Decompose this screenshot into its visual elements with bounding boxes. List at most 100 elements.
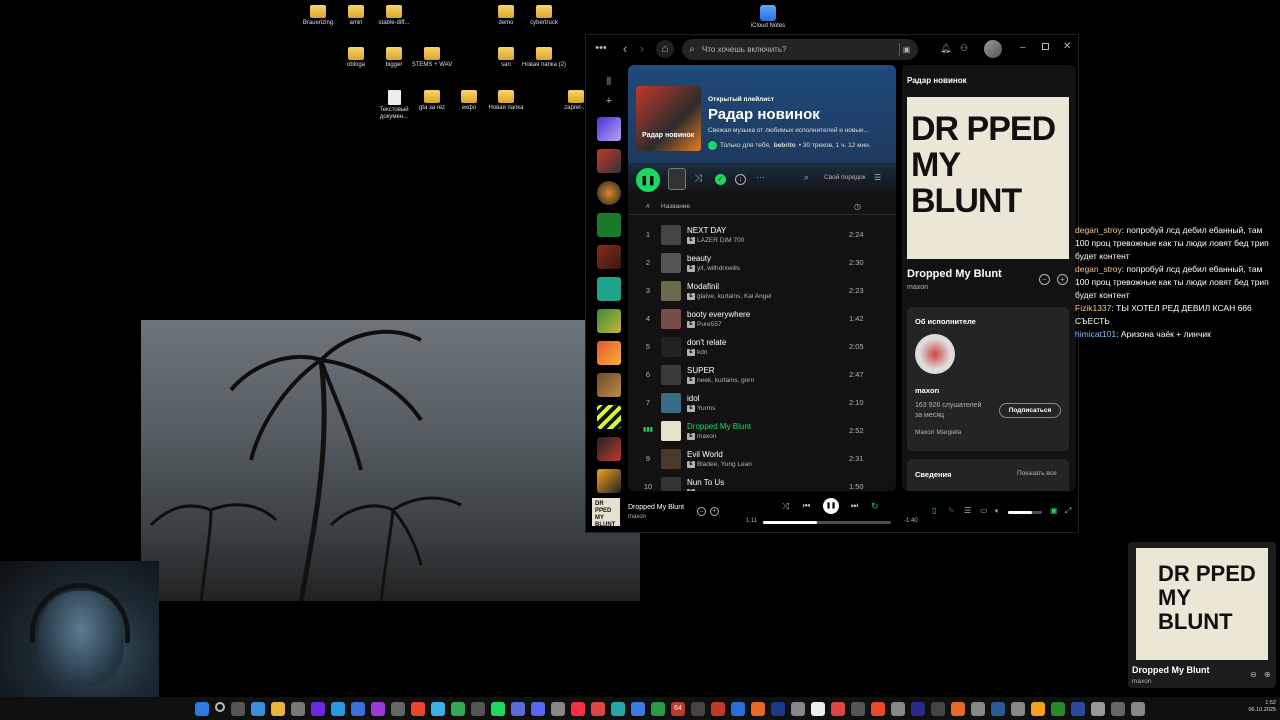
track-row[interactable]: 3 Modafinil Eglaive, kurtains, Kai Angel 2:… <box>628 277 896 305</box>
taskbar-app-icon[interactable] <box>331 701 345 716</box>
fullscreen-icon[interactable]: ⤢ <box>1065 506 1071 516</box>
more-options-icon[interactable]: ··· <box>756 172 765 182</box>
mini-player-title[interactable]: Dropped My Blunt <box>1132 665 1210 675</box>
desktop-icon[interactable]: STEMS + WAV <box>410 47 454 69</box>
track-artists[interactable]: E Yurms <box>687 405 715 412</box>
mini-remove-icon[interactable]: ⊖ <box>1250 670 1257 679</box>
avatar[interactable] <box>984 40 1002 58</box>
taskbar-app-icon[interactable] <box>371 701 385 716</box>
track-row[interactable]: 9 Evil World E Bladee, Yung Lean 2:31 <box>628 445 896 473</box>
taskbar-app-icon[interactable] <box>691 701 705 716</box>
connect-device-icon[interactable]: ▭ <box>980 506 988 515</box>
taskbar-app-icon[interactable] <box>651 701 665 716</box>
show-all-link[interactable]: Показать все <box>1017 470 1057 477</box>
player-remove-icon[interactable]: – <box>697 507 706 516</box>
taskbar-app-icon[interactable] <box>851 701 865 716</box>
taskbar-app-icon[interactable] <box>711 701 725 716</box>
next-icon[interactable]: ⏭ <box>851 501 858 511</box>
taskbar-app-icon[interactable] <box>1111 701 1125 716</box>
track-title[interactable]: Dropped My Blunt <box>687 422 751 431</box>
track-artists[interactable]: Ekdn <box>687 349 707 356</box>
playlist-cover[interactable]: Радар новинок <box>636 86 701 151</box>
taskbar-app-icon[interactable] <box>251 701 265 716</box>
friends-icon[interactable]: ⚇ <box>960 43 968 54</box>
bell-icon[interactable]: 🔔︎ <box>940 43 951 54</box>
taskbar-app-icon[interactable] <box>811 701 825 716</box>
taskbar-app-icon[interactable] <box>791 701 805 716</box>
taskbar-app-icon[interactable] <box>1131 701 1145 716</box>
taskbar-app-icon[interactable] <box>831 701 845 716</box>
track-artist-names[interactable]: Bladee, Yung Lean <box>697 461 752 468</box>
progress-bar[interactable] <box>763 521 891 524</box>
volume-slider[interactable] <box>1008 511 1042 514</box>
track-title[interactable]: Nun To Us <box>687 478 724 487</box>
library-item[interactable] <box>597 404 621 429</box>
library-icon[interactable]: ⫼ <box>590 74 628 88</box>
taskbar-app-icon[interactable] <box>451 701 465 716</box>
liked-songs-thumb[interactable] <box>597 116 621 141</box>
track-artists[interactable]: Emaxon <box>687 433 717 440</box>
spotify-window[interactable]: ••• ‹ › ⌂ ⌕ Что хочешь включить? ▣ 🔔︎ ⚇ … <box>585 34 1079 533</box>
list-view-icon[interactable]: ☰ <box>874 173 881 182</box>
pause-button[interactable]: ❚❚ <box>636 168 660 192</box>
track-artist-names[interactable]: maxon <box>697 433 717 440</box>
track-artists[interactable]: Eglaive, kurtains, Kai Angel <box>687 293 771 300</box>
mini-player-artist[interactable]: maxon <box>1132 678 1152 685</box>
taskbar-app-icon[interactable] <box>351 701 365 716</box>
taskbar-app-icon[interactable] <box>1011 701 1025 716</box>
volume-icon[interactable]: 🔈︎ <box>995 506 1000 516</box>
sort-button[interactable]: Свой порядок <box>824 174 866 181</box>
track-title[interactable]: don't relate <box>687 338 726 347</box>
track-artist-names[interactable]: Yurms <box>697 405 715 412</box>
close-icon[interactable]: ✕ <box>1063 41 1071 52</box>
track-artists[interactable]: E <box>687 489 697 491</box>
repeat-icon[interactable]: ↻ <box>871 501 879 512</box>
taskbar-app-icon[interactable] <box>631 701 645 716</box>
previous-icon[interactable]: ⏮ <box>803 501 810 511</box>
track-row[interactable]: 1 NEXT DAY E LAZER DIM 700 2:24 <box>628 221 896 249</box>
windows-start-icon[interactable] <box>195 701 209 716</box>
player-title[interactable]: Dropped My Blunt <box>628 504 684 511</box>
taskbar-app-icon[interactable] <box>231 701 245 716</box>
desktop-icon[interactable]: Новая папка <box>484 90 528 112</box>
taskbar-app-icon[interactable] <box>751 701 765 716</box>
track-title[interactable]: Evil World <box>687 450 723 459</box>
library-item[interactable] <box>597 180 621 205</box>
taskbar-app-icon[interactable] <box>911 701 925 716</box>
library-item[interactable] <box>597 340 621 365</box>
taskbar-app-icon[interactable] <box>511 701 525 716</box>
taskbar-app-icon[interactable] <box>1071 701 1085 716</box>
track-artist-names[interactable]: Pure557 <box>697 321 722 328</box>
track-title[interactable]: NEXT DAY <box>687 226 726 235</box>
taskbar-app-icon[interactable] <box>311 701 325 716</box>
track-artists[interactable]: E Pure557 <box>687 321 722 328</box>
taskbar-app-icon[interactable] <box>771 701 785 716</box>
taskbar-app-icon[interactable] <box>731 701 745 716</box>
track-title[interactable]: booty everywhere <box>687 310 750 319</box>
track-artist-names[interactable]: LAZER DIM 700 <box>697 237 744 244</box>
desktop-icon[interactable]: iCloud Notes <box>746 5 790 30</box>
taskbar-app-icon[interactable] <box>971 701 985 716</box>
taskbar-app-icon[interactable] <box>571 701 585 716</box>
lyrics-icon[interactable]: ✎ <box>948 506 955 515</box>
track-artists[interactable]: E LAZER DIM 700 <box>687 237 744 244</box>
taskbar-app-icon[interactable] <box>871 701 885 716</box>
track-artist-names[interactable]: glaive, kurtains, Kai Angel <box>697 293 771 300</box>
track-artist-names[interactable]: yit, withdrxwills <box>697 265 740 272</box>
track-row[interactable]: 6 SUPER Eneek, kurtains, gorn 2:47 <box>628 361 896 389</box>
track-title[interactable]: idol <box>687 394 699 403</box>
track-artist-names[interactable]: neek, kurtains, gorn <box>697 377 754 384</box>
taskbar-app-icon[interactable] <box>611 701 625 716</box>
library-item[interactable] <box>597 148 621 173</box>
desktop-icon[interactable]: stable-diff... <box>372 5 416 27</box>
taskbar-app-icon[interactable] <box>471 701 485 716</box>
library-item[interactable] <box>597 244 621 269</box>
library-item[interactable] <box>597 212 621 237</box>
taskbar-app-icon[interactable] <box>931 701 945 716</box>
taskbar-app-icon[interactable] <box>391 701 405 716</box>
search-bar[interactable]: ⌕ Что хочешь включить? ▣ <box>682 39 918 60</box>
taskbar-app-icon[interactable] <box>531 701 545 716</box>
search-input[interactable]: Что хочешь включить? <box>702 45 786 54</box>
queue-icon[interactable]: ☰ <box>964 506 971 515</box>
back-arrow-icon[interactable]: ‹ <box>619 41 631 56</box>
